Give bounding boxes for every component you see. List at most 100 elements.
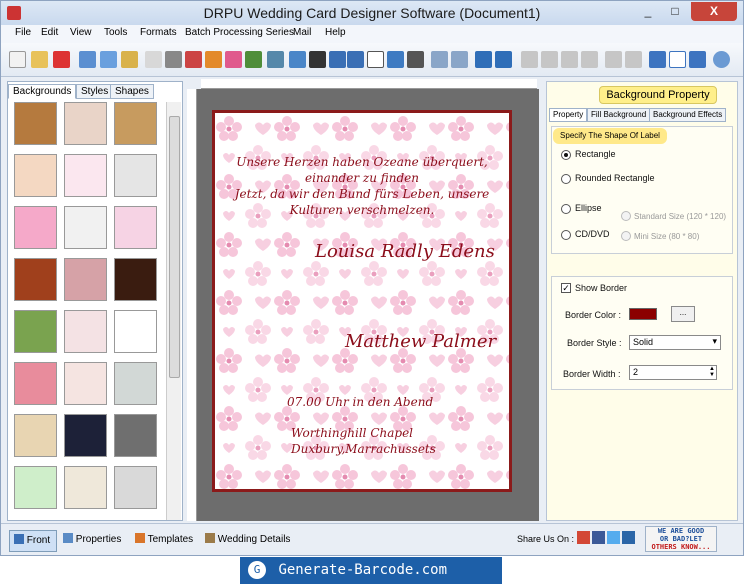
card-icon[interactable] bbox=[225, 51, 242, 68]
background-thumbnail[interactable] bbox=[64, 154, 107, 197]
menu-mail[interactable]: Mail bbox=[293, 27, 311, 38]
google-plus-icon[interactable] bbox=[577, 531, 590, 544]
background-thumbnail[interactable] bbox=[64, 206, 107, 249]
paste-icon[interactable] bbox=[561, 51, 578, 68]
background-thumbnail[interactable] bbox=[114, 102, 157, 145]
card-verse-line-3[interactable]: Jetzt, da wir den Bund fürs Leben, unser… bbox=[215, 187, 509, 201]
tab-properties[interactable]: Properties bbox=[63, 530, 121, 552]
tab-property[interactable]: Property bbox=[549, 108, 588, 122]
tab-shapes[interactable]: Shapes bbox=[110, 84, 154, 99]
twitter-icon[interactable] bbox=[607, 531, 620, 544]
generate-barcode-banner[interactable]: G Generate-Barcode.com bbox=[240, 557, 502, 584]
card-verse-line-1[interactable]: Unsere Herzen haben Ozeane überquert, bbox=[215, 155, 509, 169]
show-border-checkbox[interactable]: ✓ bbox=[561, 283, 571, 293]
print-preview-icon[interactable] bbox=[185, 51, 202, 68]
venue-location[interactable]: Duxbury,Marrachussets bbox=[291, 442, 436, 456]
background-thumbnail[interactable] bbox=[14, 466, 57, 509]
background-thumbnail[interactable] bbox=[114, 258, 157, 301]
menu-file[interactable]: File bbox=[15, 27, 31, 38]
barcode-icon[interactable] bbox=[309, 51, 326, 68]
save-as-icon[interactable] bbox=[100, 51, 117, 68]
open-icon[interactable] bbox=[31, 51, 48, 68]
rectangle-radio[interactable] bbox=[561, 150, 571, 160]
line-icon[interactable] bbox=[407, 51, 424, 68]
tab-wedding-details[interactable]: Wedding Details bbox=[205, 530, 290, 552]
save-icon[interactable] bbox=[79, 51, 96, 68]
close-doc-icon[interactable] bbox=[53, 51, 70, 68]
menu-edit[interactable]: Edit bbox=[41, 27, 58, 38]
cd-dvd-radio[interactable] bbox=[561, 230, 571, 240]
border-color-browse-button[interactable]: ... bbox=[671, 306, 695, 322]
fit-window-icon[interactable] bbox=[689, 51, 706, 68]
wedding-card[interactable]: Unsere Herzen haben Ozeane überquert, ei… bbox=[212, 110, 512, 492]
background-thumbnail[interactable] bbox=[114, 466, 157, 509]
page-setup-icon[interactable] bbox=[145, 51, 162, 68]
bride-name[interactable]: Louisa Radly Edens bbox=[315, 241, 495, 262]
gift-icon[interactable] bbox=[205, 51, 222, 68]
scrollbar-thumb[interactable] bbox=[169, 116, 180, 378]
actual-size-icon[interactable] bbox=[669, 51, 686, 68]
new-icon[interactable] bbox=[9, 51, 26, 68]
database-settings-icon[interactable] bbox=[451, 51, 468, 68]
tab-backgrounds[interactable]: Backgrounds bbox=[8, 84, 77, 99]
standard-size-radio[interactable] bbox=[621, 211, 631, 221]
thumbnail-scrollbar[interactable] bbox=[166, 102, 181, 520]
menu-tools[interactable]: Tools bbox=[104, 27, 127, 38]
border-width-stepper[interactable]: 2 ▲ ▼ bbox=[629, 365, 717, 380]
ceremony-time[interactable]: 07.00 Uhr in den Abend bbox=[287, 395, 433, 409]
background-thumbnail[interactable] bbox=[14, 258, 57, 301]
tab-templates[interactable]: Templates bbox=[135, 530, 193, 552]
background-thumbnail[interactable] bbox=[14, 362, 57, 405]
print-icon[interactable] bbox=[165, 51, 182, 68]
title-bar[interactable]: DRPU Wedding Card Designer Software (Doc… bbox=[1, 1, 743, 25]
undo-icon[interactable] bbox=[475, 51, 492, 68]
mini-size-radio[interactable] bbox=[621, 231, 631, 241]
background-thumbnail[interactable] bbox=[64, 258, 107, 301]
tab-front[interactable]: Front bbox=[9, 530, 57, 552]
background-thumbnail[interactable] bbox=[64, 362, 107, 405]
background-thumbnail[interactable] bbox=[14, 310, 57, 353]
background-thumbnail[interactable] bbox=[64, 310, 107, 353]
ellipse-radio[interactable] bbox=[561, 204, 571, 214]
minimize-button[interactable]: _ bbox=[635, 2, 661, 21]
background-thumbnail[interactable] bbox=[14, 414, 57, 457]
background-thumbnail[interactable] bbox=[64, 102, 107, 145]
feedback-badge[interactable]: WE ARE GOOD OR BAD?LET OTHERS KNOW... bbox=[645, 526, 717, 552]
copy-icon[interactable] bbox=[541, 51, 558, 68]
background-thumbnail[interactable] bbox=[64, 466, 107, 509]
background-thumbnail[interactable] bbox=[14, 206, 57, 249]
background-thumbnail[interactable] bbox=[114, 154, 157, 197]
redo-icon[interactable] bbox=[495, 51, 512, 68]
border-color-swatch[interactable] bbox=[629, 308, 657, 320]
delete-icon[interactable] bbox=[581, 51, 598, 68]
border-style-select[interactable]: Solid ▾ bbox=[629, 335, 721, 350]
groom-name[interactable]: Matthew Palmer bbox=[345, 331, 496, 352]
menu-formats[interactable]: Formats bbox=[140, 27, 177, 38]
card-verse-line-4[interactable]: Kulturen verschmelzen. bbox=[215, 203, 509, 217]
spin-arrows-icon[interactable]: ▲ ▼ bbox=[709, 366, 715, 378]
text-icon[interactable] bbox=[329, 51, 346, 68]
share-icon[interactable] bbox=[622, 531, 635, 544]
menu-batch-processing[interactable]: Batch Processing Series bbox=[185, 27, 294, 38]
background-thumbnail[interactable] bbox=[114, 414, 157, 457]
send-back-icon[interactable] bbox=[625, 51, 642, 68]
zoom-icon[interactable] bbox=[713, 51, 730, 68]
menu-help[interactable]: Help bbox=[325, 27, 346, 38]
image-icon[interactable] bbox=[245, 51, 262, 68]
close-button[interactable]: X bbox=[691, 2, 737, 21]
venue-name[interactable]: Worthinghill Chapel bbox=[291, 426, 413, 440]
tab-fill-background[interactable]: Fill Background bbox=[587, 108, 651, 122]
menu-view[interactable]: View bbox=[70, 27, 92, 38]
export-icon[interactable] bbox=[121, 51, 138, 68]
signature-icon[interactable] bbox=[367, 51, 384, 68]
card-verse-line-2[interactable]: einander zu finden bbox=[215, 171, 509, 185]
tab-styles[interactable]: Styles bbox=[76, 84, 114, 99]
wordart-icon[interactable] bbox=[289, 51, 306, 68]
background-thumbnail[interactable] bbox=[114, 206, 157, 249]
database-icon[interactable] bbox=[431, 51, 448, 68]
background-thumbnail[interactable] bbox=[114, 310, 157, 353]
background-thumbnail[interactable] bbox=[64, 414, 107, 457]
background-thumbnail[interactable] bbox=[114, 362, 157, 405]
rounded-rectangle-radio[interactable] bbox=[561, 174, 571, 184]
mail-icon[interactable] bbox=[387, 51, 404, 68]
